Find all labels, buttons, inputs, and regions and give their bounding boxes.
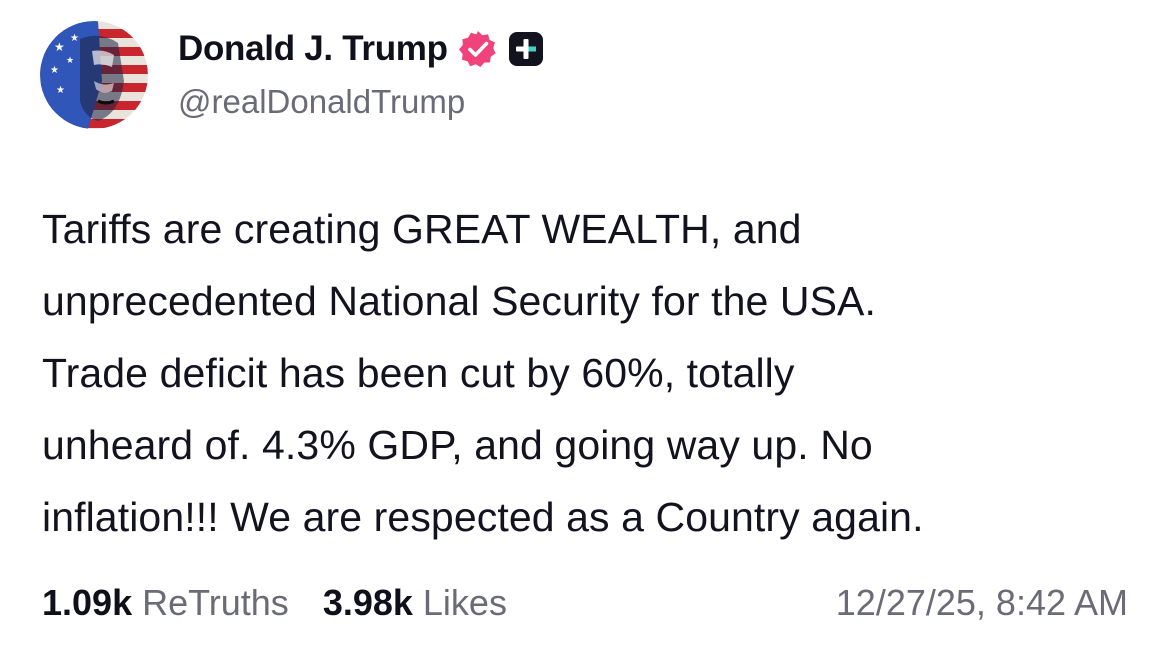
retruths-label: ReTruths [142, 582, 289, 623]
likes-stat[interactable]: 3.98k Likes [323, 582, 507, 624]
retruths-stat[interactable]: 1.09k ReTruths [42, 582, 289, 624]
post-timestamp[interactable]: 12/27/25, 8:42 AM [836, 582, 1128, 624]
post-text-line: unheard of. 4.3% GDP, and going way up. … [42, 422, 873, 468]
post-header: ★ ★ ★ ★ ★ Donald J. Trump @realDonaldTru… [40, 20, 544, 130]
profile-avatar[interactable]: ★ ★ ★ ★ ★ [40, 21, 148, 129]
retruths-count: 1.09k [42, 582, 133, 623]
post-text-line: inflation!!! We are respected as a Count… [42, 494, 924, 540]
svg-text:★: ★ [70, 33, 79, 44]
post-card: ★ ★ ★ ★ ★ Donald J. Trump @realDonaldTru… [0, 0, 1170, 655]
author-display-name[interactable]: Donald J. Trump [178, 29, 448, 69]
plus-icon [508, 31, 544, 67]
author-identity: Donald J. Trump @realDonaldTrump [178, 29, 544, 121]
post-text-line: Trade deficit has been cut by 60%, total… [42, 350, 795, 396]
post-text: Tariffs are creating GREAT WEALTH, and u… [42, 193, 1132, 553]
likes-label: Likes [422, 582, 507, 623]
avatar-image: ★ ★ ★ ★ ★ [40, 21, 148, 129]
post-footer: 1.09k ReTruths 3.98k Likes 12/27/25, 8:4… [42, 578, 1128, 628]
verified-badge-icon [458, 29, 498, 69]
likes-count: 3.98k [322, 582, 413, 623]
svg-text:★: ★ [66, 56, 74, 66]
svg-text:★: ★ [54, 40, 65, 54]
name-row: Donald J. Trump [178, 29, 544, 69]
post-text-line: Tariffs are creating GREAT WEALTH, and [42, 206, 802, 252]
svg-text:★: ★ [56, 85, 65, 96]
svg-text:★: ★ [50, 65, 59, 76]
author-handle[interactable]: @realDonaldTrump [178, 83, 544, 121]
post-text-line: unprecedented National Security for the … [42, 278, 876, 324]
